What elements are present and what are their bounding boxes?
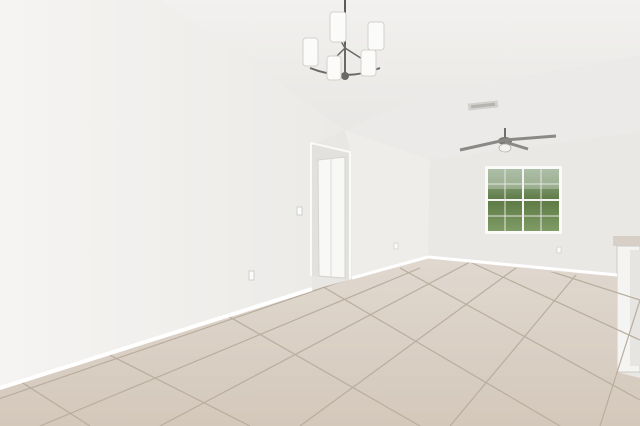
outlet-icon <box>556 246 562 254</box>
room-photo <box>0 0 640 426</box>
chandelier-shade <box>360 49 377 77</box>
closet-door[interactable] <box>317 156 346 279</box>
chandelier-shade <box>326 55 342 81</box>
window <box>485 166 562 234</box>
switch-icon <box>296 206 303 216</box>
outlet-icon <box>393 242 399 250</box>
chandelier-shade <box>329 11 347 43</box>
chandelier-shade <box>302 37 319 67</box>
outlet-icon <box>248 270 255 281</box>
room-scene <box>0 0 640 426</box>
kitchen-counter <box>613 236 640 373</box>
chandelier-shade <box>367 21 385 51</box>
